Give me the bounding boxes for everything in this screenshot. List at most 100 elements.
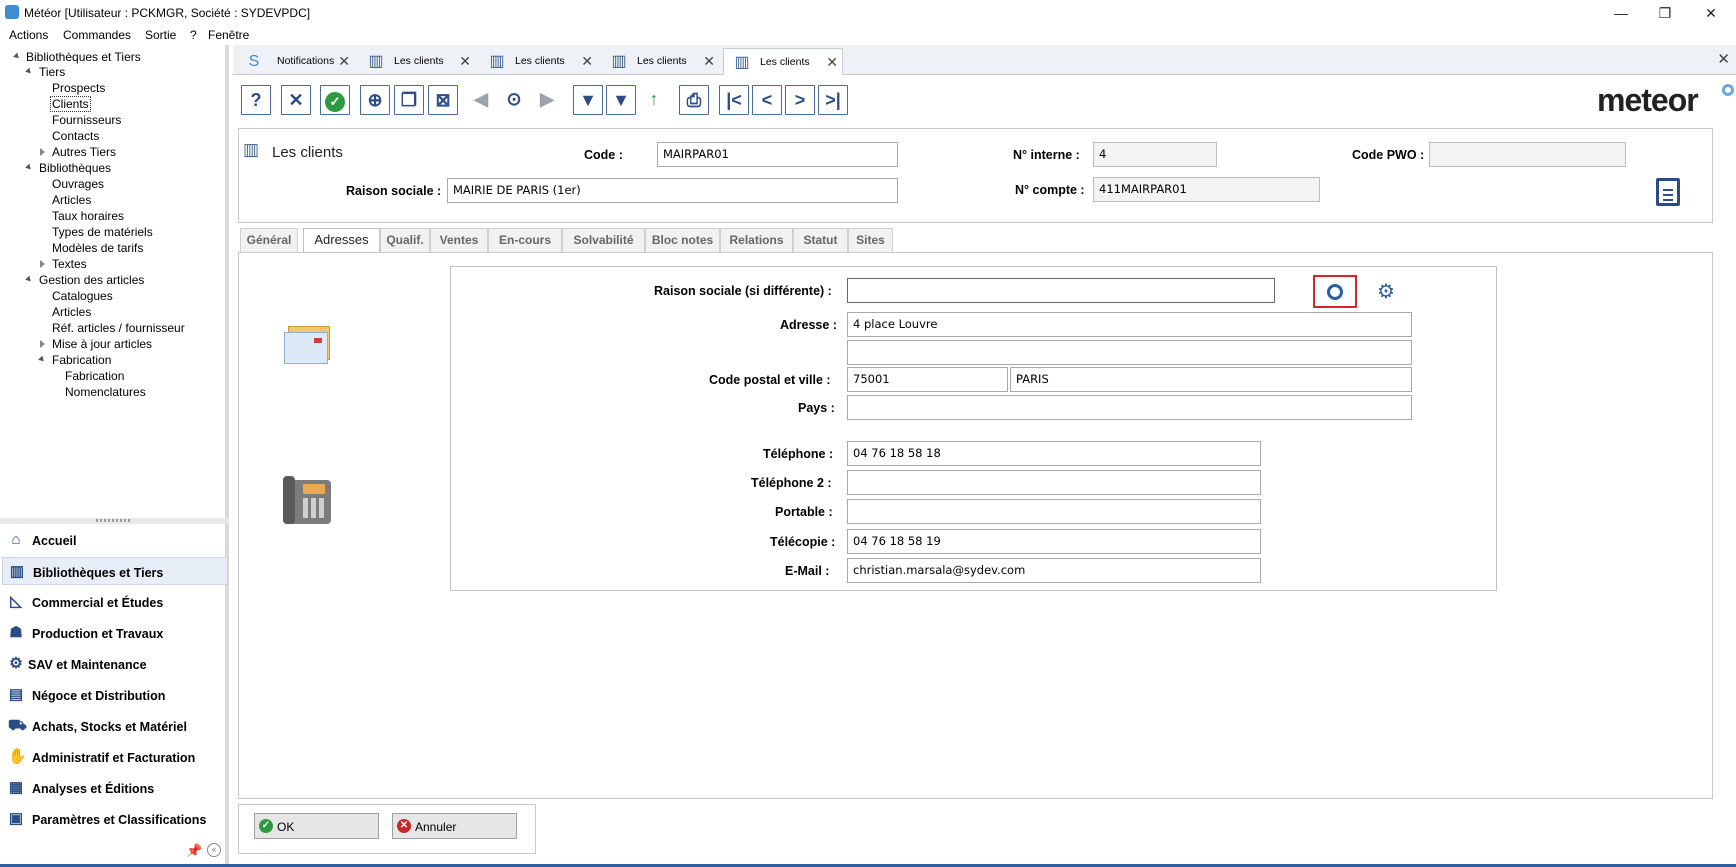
- close-all-tabs-icon[interactable]: ✕: [1717, 50, 1730, 68]
- subtab-en-cours[interactable]: En-cours: [488, 228, 562, 253]
- tab-les-clients-2[interactable]: ▥ Les clients ✕: [479, 48, 597, 75]
- numero-interne-field[interactable]: 4: [1093, 142, 1217, 167]
- telecopie-field[interactable]: 04 76 18 58 19: [847, 529, 1261, 554]
- next-record-button[interactable]: >: [785, 85, 815, 115]
- code-pwo-field[interactable]: [1429, 142, 1626, 167]
- tree-item-contacts[interactable]: Contacts: [52, 129, 99, 143]
- tree-item-articles[interactable]: Articles: [52, 193, 91, 207]
- subtab-bloc-notes[interactable]: Bloc notes: [645, 228, 720, 253]
- subtab-relations[interactable]: Relations: [720, 228, 793, 253]
- tree-item-ref-articles-fournisseur[interactable]: Réf. articles / fournisseur: [52, 321, 185, 335]
- add-button[interactable]: ⊕: [360, 85, 390, 115]
- numero-compte-field[interactable]: 411MAIRPAR01: [1093, 177, 1320, 202]
- collapse-panel-icon[interactable]: «: [207, 843, 221, 857]
- close-tab-icon[interactable]: ✕: [459, 53, 471, 70]
- menu-help[interactable]: ?: [190, 28, 197, 42]
- adresse-line2-field[interactable]: [847, 340, 1412, 365]
- tree-item-bibliotheques[interactable]: Bibliothèques: [39, 161, 111, 175]
- tree-item-textes[interactable]: Textes: [52, 257, 87, 271]
- telephone-field[interactable]: 04 76 18 58 18: [847, 441, 1261, 466]
- collapsed-arrow-icon[interactable]: [40, 148, 45, 156]
- tree-item-fabrication-group[interactable]: Fabrication: [52, 353, 111, 367]
- menu-commandes[interactable]: Commandes: [63, 28, 131, 42]
- previous-record-button[interactable]: <: [752, 85, 782, 115]
- subtab-adresses[interactable]: Adresses: [303, 228, 380, 254]
- module-production-et-travaux[interactable]: ☗ Production et Travaux: [2, 619, 228, 647]
- email-field[interactable]: christian.marsala@sydev.com: [847, 558, 1261, 583]
- tree-item-mise-a-jour-articles[interactable]: Mise à jour articles: [52, 337, 152, 351]
- tree-item-nomenclatures[interactable]: Nomenclatures: [65, 385, 146, 399]
- clear-filter-button[interactable]: ▼: [606, 85, 636, 115]
- ok-button[interactable]: ✓ OK: [254, 813, 379, 839]
- module-commercial-et-etudes[interactable]: ◺ Commercial et Études: [2, 588, 228, 616]
- module-sav-et-maintenance[interactable]: ⚙ SAV et Maintenance: [2, 650, 228, 678]
- raison-sociale-field[interactable]: MAIRIE DE PARIS (1er): [447, 178, 898, 203]
- module-parametres-et-classifications[interactable]: ▣ Paramètres et Classifications: [2, 805, 228, 833]
- tree-item-autres-tiers[interactable]: Autres Tiers: [52, 145, 116, 159]
- tree-item-catalogues[interactable]: Catalogues: [52, 289, 113, 303]
- close-tab-icon[interactable]: ✕: [703, 53, 715, 70]
- subtab-qualif[interactable]: Qualif.: [380, 228, 430, 253]
- subtab-sites[interactable]: Sites: [848, 228, 893, 253]
- cancel-button[interactable]: ✕ Annuler: [392, 813, 517, 839]
- expand-arrow-icon[interactable]: [25, 67, 33, 76]
- subtab-statut[interactable]: Statut: [793, 228, 848, 253]
- document-icon[interactable]: [1656, 178, 1680, 206]
- expand-arrow-icon[interactable]: [25, 275, 33, 284]
- search-binoculars-icon[interactable]: ⊙: [499, 85, 529, 115]
- module-administratif-et-facturation[interactable]: ✋ Administratif et Facturation: [2, 743, 228, 771]
- tree-item-fournisseurs[interactable]: Fournisseurs: [52, 113, 121, 127]
- collapsed-arrow-icon[interactable]: [40, 260, 45, 268]
- raison-sociale-differente-field[interactable]: [847, 278, 1275, 303]
- previous-arrow-icon[interactable]: ◀: [466, 85, 496, 115]
- pays-field[interactable]: [847, 395, 1412, 420]
- delete-x-button[interactable]: ✕: [281, 85, 311, 115]
- restore-button[interactable]: ❐: [1645, 2, 1685, 24]
- geolocate-button[interactable]: [1313, 275, 1357, 308]
- portable-field[interactable]: [847, 499, 1261, 524]
- close-tab-icon[interactable]: ✕: [581, 53, 593, 70]
- validate-button[interactable]: ✓: [320, 85, 350, 115]
- filter-button[interactable]: ▼: [573, 85, 603, 115]
- code-field[interactable]: MAIRPAR01: [657, 142, 898, 167]
- close-window-button[interactable]: ✕: [1691, 2, 1731, 24]
- tree-item-taux-horaires[interactable]: Taux horaires: [52, 209, 124, 223]
- tab-notifications[interactable]: S Notifications ✕: [236, 48, 354, 75]
- first-record-button[interactable]: |<: [719, 85, 749, 115]
- minimize-button[interactable]: —: [1601, 2, 1641, 24]
- tree-item-tiers[interactable]: Tiers: [39, 65, 65, 79]
- tree-item-bibliotheques-et-tiers[interactable]: Bibliothèques et Tiers: [26, 50, 141, 64]
- close-tab-icon[interactable]: ✕: [826, 54, 838, 71]
- remove-button[interactable]: ⊠: [428, 85, 458, 115]
- tree-item-types-de-materiels[interactable]: Types de matériels: [52, 225, 153, 239]
- gear-icon[interactable]: ⚙: [1377, 282, 1395, 302]
- pin-icon[interactable]: 📌: [186, 843, 202, 859]
- module-analyses-et-editions[interactable]: ▦ Analyses et Éditions: [2, 774, 228, 802]
- tree-item-fabrication[interactable]: Fabrication: [65, 369, 124, 383]
- duplicate-button[interactable]: ❐: [394, 85, 424, 115]
- adresse-line1-field[interactable]: 4 place Louvre: [847, 312, 1412, 337]
- splitter-grip-icon[interactable]: [96, 519, 132, 522]
- collapsed-arrow-icon[interactable]: [40, 340, 45, 348]
- last-record-button[interactable]: >|: [818, 85, 848, 115]
- ville-field[interactable]: PARIS: [1010, 367, 1412, 392]
- help-button[interactable]: ?: [241, 85, 271, 115]
- menu-fenetre[interactable]: Fenêtre: [208, 28, 249, 42]
- nav-splitter[interactable]: [0, 518, 229, 524]
- tree-item-ouvrages[interactable]: Ouvrages: [52, 177, 104, 191]
- close-tab-icon[interactable]: ✕: [338, 53, 350, 70]
- print-button[interactable]: ⎙: [679, 85, 709, 115]
- module-bibliotheques-et-tiers[interactable]: ▥ Bibliothèques et Tiers: [2, 557, 228, 585]
- tree-item-prospects[interactable]: Prospects: [52, 81, 105, 95]
- expand-arrow-icon[interactable]: [13, 52, 21, 61]
- module-negoce-et-distribution[interactable]: ▤ Négoce et Distribution: [2, 681, 228, 709]
- sort-icon[interactable]: ↑: [639, 85, 669, 115]
- tab-les-clients-1[interactable]: ▥ Les clients ✕: [358, 48, 475, 75]
- module-achats-stocks-et-materiel[interactable]: ⛟ Achats, Stocks et Matériel: [2, 712, 228, 740]
- tab-les-clients-active[interactable]: ▥ Les clients ✕: [723, 48, 843, 75]
- next-arrow-icon[interactable]: ▶: [532, 85, 562, 115]
- tree-item-gestion-des-articles[interactable]: Gestion des articles: [39, 273, 144, 287]
- code-postal-field[interactable]: 75001: [847, 367, 1008, 392]
- telephone-2-field[interactable]: [847, 470, 1261, 495]
- menu-sortie[interactable]: Sortie: [145, 28, 176, 42]
